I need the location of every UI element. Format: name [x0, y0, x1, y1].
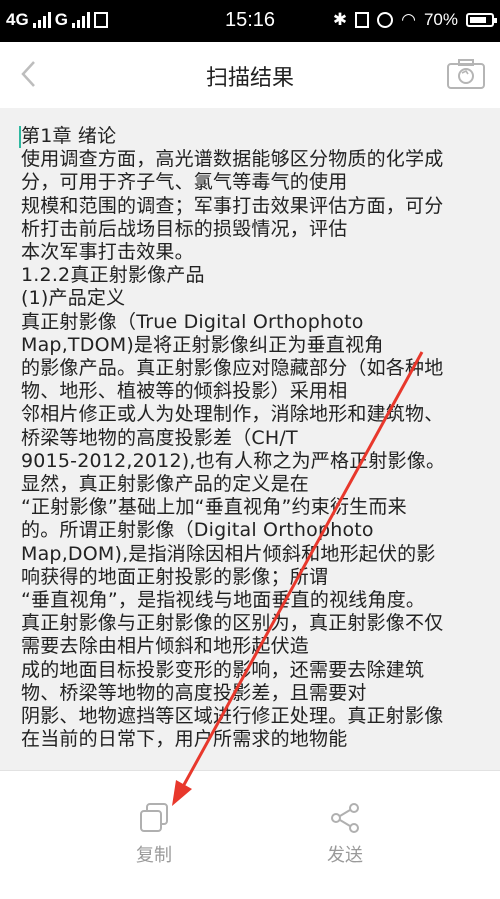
battery-icon: [466, 13, 497, 27]
scan-text-line: 物、地形、植被等的倾斜投影）采用相: [21, 380, 348, 403]
bluetooth-icon: ✱: [332, 10, 348, 29]
wifi-icon: ◠: [401, 10, 416, 29]
scan-text-line: 本次军事打击效果。: [21, 241, 194, 264]
camera-icon: [447, 59, 485, 89]
scan-text-line: 阴影、地物遮挡等区域进行修正处理。真正射影像: [21, 705, 444, 728]
scan-text-line: (1)产品定义: [21, 287, 126, 310]
scan-text-line: 桥梁等地物的高度投影差（CH/T: [21, 426, 298, 449]
scan-text-line: 邻相片修正或人为处理制作，消除地形和建筑物、: [21, 403, 444, 426]
scan-text-line: 第1章 绪论: [21, 125, 117, 147]
copy-label: 复制: [136, 845, 172, 866]
scan-text-line: Map,TDOM)是将正射影像纠正为垂直视角: [21, 333, 384, 356]
scan-text-line: 真正射影像（True Digital Orthophoto: [21, 310, 364, 333]
share-icon: [331, 803, 359, 833]
scan-text-line: 分，可用于齐子气、氯气等毒气的使用: [21, 171, 348, 194]
scan-text-line: 需要去除由相片倾斜和地形起伏造: [21, 635, 310, 658]
battery-percent: 70%: [423, 10, 458, 29]
copy-button[interactable]: 复制: [104, 801, 204, 867]
scan-text-line: Map,DOM),是指消除因相片倾斜和地形起伏的影: [21, 542, 436, 565]
scan-text-line: 显然，真正射影像产品的定义是在: [21, 473, 310, 496]
bottom-action-bar: 复制 发送: [0, 770, 500, 899]
header: 扫描结果: [0, 42, 500, 108]
alarm-icon: [377, 12, 394, 28]
scan-text-line: “垂直视角”，是指视线与地面垂直的视线角度。: [21, 589, 426, 612]
scan-text-line: 响获得的地面正射投影的影像；所谓: [21, 565, 329, 588]
vibrate-icon: [355, 12, 370, 28]
scan-text-line: 成的地面目标投影变形的影响，还需要去除建筑: [21, 658, 425, 681]
scan-text-line: 在当前的日常下，用户所需求的地物能: [21, 728, 348, 751]
scan-text-line: 的影像产品。真正射影像应对隐藏部分（如各种地: [21, 357, 444, 380]
scan-text-line: 真正射影像与正射影像的区别为，真正射影像不仅: [21, 612, 444, 635]
copy-icon: [140, 803, 168, 832]
scan-text-line: 析打击前后战场目标的损毁情况，评估: [21, 217, 348, 240]
status-bar: 4G G 15:16 ✱ ◠ 70%: [0, 0, 500, 42]
scan-text-line: 的。所谓正射影像（Digital Orthophoto: [21, 519, 374, 542]
send-label: 发送: [327, 845, 363, 866]
scan-text-line: 规模和范围的调查；军事打击效果评估方面，可分: [21, 194, 444, 217]
scan-result-text[interactable]: 第1章 绪论 使用调查方面，高光谱数据能够区分物质的化学成 分，可用于齐子气、氯气等…: [21, 125, 483, 751]
scan-text-line: 物、桥梁等地物的高度投影差，且需要对: [21, 681, 367, 704]
page-title: 扫描结果: [205, 66, 294, 91]
scan-text-line: 9015-2012,2012),也有人称之为严格正射影像。: [21, 449, 446, 472]
scan-text-line: 1.2.2真正射影像产品: [21, 264, 205, 287]
scan-result-area[interactable]: 第1章 绪论 使用调查方面，高光谱数据能够区分物质的化学成 分，可用于齐子气、氯气等…: [0, 108, 500, 770]
scan-text-line: “正射影像”基础上加“垂直视角”约束衍生而来: [21, 496, 407, 519]
scan-text-line: 使用调查方面，高光谱数据能够区分物质的化学成: [21, 148, 444, 171]
send-button[interactable]: 发送: [295, 801, 395, 867]
status-right: ✱ ◠ 70%: [332, 10, 497, 30]
camera-button[interactable]: [446, 58, 486, 90]
